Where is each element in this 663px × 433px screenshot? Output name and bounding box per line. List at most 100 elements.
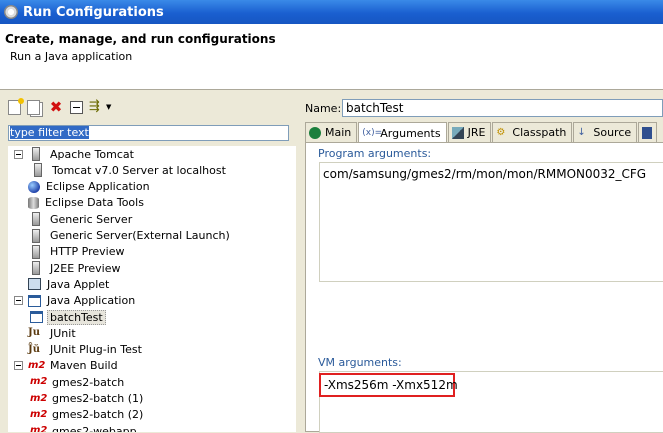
server-icon bbox=[32, 244, 40, 259]
dialog-heading: Create, manage, and run configurations bbox=[5, 32, 276, 46]
run-config-app-icon bbox=[4, 5, 18, 19]
tree-item[interactable]: J2EE Preview bbox=[14, 260, 122, 276]
maven-icon: m2 bbox=[30, 376, 48, 388]
tree-item-label: HTTP Preview bbox=[50, 245, 125, 259]
program-arguments-label: Program arguments: bbox=[318, 147, 432, 160]
server-icon bbox=[32, 261, 40, 276]
name-input[interactable] bbox=[342, 99, 663, 117]
tree-item[interactable]: m2 gmes2-batch (2) bbox=[30, 407, 145, 423]
tree-item-label: JUnit bbox=[50, 326, 76, 340]
junit-plugin-icon: Ĵŭ bbox=[28, 343, 41, 355]
java-app-icon bbox=[30, 311, 43, 323]
source-tab-icon: ↓ bbox=[577, 126, 586, 138]
configuration-list-pane: ✖ ⇶ ▼ type filter text Apache Tomcat Tomc… bbox=[0, 90, 296, 432]
collapse-toggle-icon[interactable] bbox=[14, 149, 23, 159]
tab-label: JRE bbox=[467, 126, 486, 139]
tree-item[interactable]: Eclipse Application bbox=[14, 179, 152, 195]
more-tabs-icon bbox=[642, 126, 653, 139]
tab-classpath[interactable]: ⚙ Classpath bbox=[492, 122, 573, 142]
vm-arguments-value: -Xms256m -Xmx512m bbox=[324, 378, 458, 392]
tree-item[interactable]: m2 gmes2-webapp bbox=[30, 423, 139, 432]
filter-config-icon[interactable]: ⇶ bbox=[89, 99, 103, 115]
tree-item-label: Generic Server(External Launch) bbox=[50, 229, 230, 242]
tree-item-label: Java Applet bbox=[47, 277, 110, 291]
configuration-editor-pane: Name: Main (x)=Arguments JRE ⚙ Classpath ↓ Sou… bbox=[296, 90, 663, 433]
title-bar: Run Configurations bbox=[0, 0, 663, 24]
tree-item-label: Apache Tomcat bbox=[50, 147, 134, 161]
main-tab-icon bbox=[309, 126, 321, 139]
tree-item[interactable]: m2 Maven Build bbox=[14, 358, 120, 374]
maven-icon: m2 bbox=[30, 425, 48, 432]
globe-icon bbox=[28, 180, 40, 193]
tree-item[interactable]: batchTest bbox=[30, 309, 106, 325]
tree-item-label: JUnit Plug-in Test bbox=[50, 343, 142, 357]
tree-item[interactable]: Apache Tomcat bbox=[14, 146, 136, 162]
dialog-subheading: Run a Java application bbox=[10, 50, 133, 63]
tree-item[interactable]: Java Applet bbox=[14, 276, 111, 292]
tab-label: Source bbox=[593, 126, 632, 139]
tab-jre[interactable]: JRE bbox=[447, 122, 492, 142]
vm-arguments-highlight[interactable]: -Xms256m -Xmx512m bbox=[319, 373, 458, 397]
maven-icon: m2 bbox=[28, 359, 46, 371]
tree-item[interactable]: m2 gmes2-batch (1) bbox=[30, 391, 145, 407]
tree-item-label: Generic Server bbox=[50, 212, 133, 226]
maven-icon: m2 bbox=[30, 392, 48, 404]
tree-item[interactable]: Ĵŭ JUnit Plug-in Test bbox=[14, 342, 144, 358]
database-icon bbox=[28, 196, 39, 209]
collapse-toggle-icon[interactable] bbox=[14, 296, 23, 306]
duplicate-config-icon[interactable] bbox=[27, 99, 40, 115]
config-tabs: Main (x)= Arguments JRE ⚙ Classpath ↓ Source bbox=[305, 122, 658, 143]
maven-icon: m2 bbox=[30, 408, 48, 420]
tree-item-label: Maven Build bbox=[50, 359, 118, 373]
junit-icon: Ju bbox=[28, 327, 41, 339]
tree-item-label: gmes2-batch (2) bbox=[52, 408, 144, 422]
delete-config-icon[interactable]: ✖ bbox=[48, 99, 64, 115]
server-icon bbox=[32, 212, 40, 227]
server-icon bbox=[34, 163, 42, 178]
classpath-tab-icon: ⚙ bbox=[496, 126, 506, 138]
collapse-all-icon[interactable] bbox=[70, 100, 83, 114]
config-toolbar: ✖ ⇶ ▼ bbox=[8, 97, 117, 116]
tree-item[interactable]: Ju JUnit bbox=[14, 325, 78, 341]
server-icon bbox=[32, 228, 40, 243]
tree-item[interactable]: Generic Server bbox=[14, 211, 134, 227]
tree-item-label: Eclipse Application bbox=[46, 180, 150, 194]
tree-item-label: Java Application bbox=[47, 294, 136, 308]
vm-arguments-label: VM arguments: bbox=[318, 356, 402, 369]
tab-main[interactable]: Main bbox=[305, 122, 358, 142]
tree-item[interactable]: m2 gmes2-batch bbox=[30, 374, 126, 390]
arguments-panel: Program arguments: com/samsung/gmes2/rm/… bbox=[305, 142, 663, 433]
tree-item-label: gmes2-batch bbox=[52, 375, 125, 389]
tab-arguments[interactable]: (x)= Arguments bbox=[358, 122, 447, 143]
tab-label: Main bbox=[325, 126, 352, 139]
configuration-tree[interactable]: Apache Tomcat Tomcat v7.0 Server at local… bbox=[8, 146, 296, 432]
dialog-header: Create, manage, and run configurations R… bbox=[0, 24, 663, 90]
tab-source[interactable]: ↓ Source bbox=[573, 122, 638, 142]
tree-item-label: Tomcat v7.0 Server at localhost bbox=[52, 163, 226, 177]
arguments-tab-icon: (x)= bbox=[362, 128, 383, 138]
filter-dropdown-icon[interactable]: ▼ bbox=[106, 99, 114, 115]
tree-item-label: gmes2-batch (1) bbox=[52, 392, 144, 405]
tree-item[interactable]: Java Application bbox=[14, 293, 137, 309]
tree-item[interactable]: HTTP Preview bbox=[14, 244, 126, 260]
tab-overflow[interactable] bbox=[638, 122, 658, 142]
tab-label: Classpath bbox=[512, 126, 567, 139]
window-title: Run Configurations bbox=[23, 4, 164, 20]
tree-item[interactable]: Tomcat v7.0 Server at localhost bbox=[30, 162, 228, 178]
jre-tab-icon bbox=[451, 126, 464, 139]
tree-item-label: Eclipse Data Tools bbox=[45, 196, 144, 210]
tree-item-label: J2EE Preview bbox=[50, 261, 121, 275]
tree-item-label: gmes2-webapp bbox=[52, 424, 137, 432]
filter-input[interactable]: type filter text bbox=[8, 125, 289, 141]
collapse-toggle-icon[interactable] bbox=[14, 361, 23, 371]
tab-label: Arguments bbox=[380, 126, 441, 140]
new-config-icon[interactable] bbox=[8, 97, 24, 115]
java-app-icon bbox=[28, 294, 41, 307]
name-label: Name: bbox=[305, 102, 342, 115]
filter-input-text: type filter text bbox=[10, 126, 89, 139]
tree-item-label: batchTest bbox=[47, 309, 106, 325]
tree-item[interactable]: Generic Server(External Launch) bbox=[14, 228, 232, 244]
tree-item[interactable]: Eclipse Data Tools bbox=[14, 195, 146, 211]
applet-icon bbox=[28, 278, 41, 291]
server-icon bbox=[32, 147, 40, 161]
